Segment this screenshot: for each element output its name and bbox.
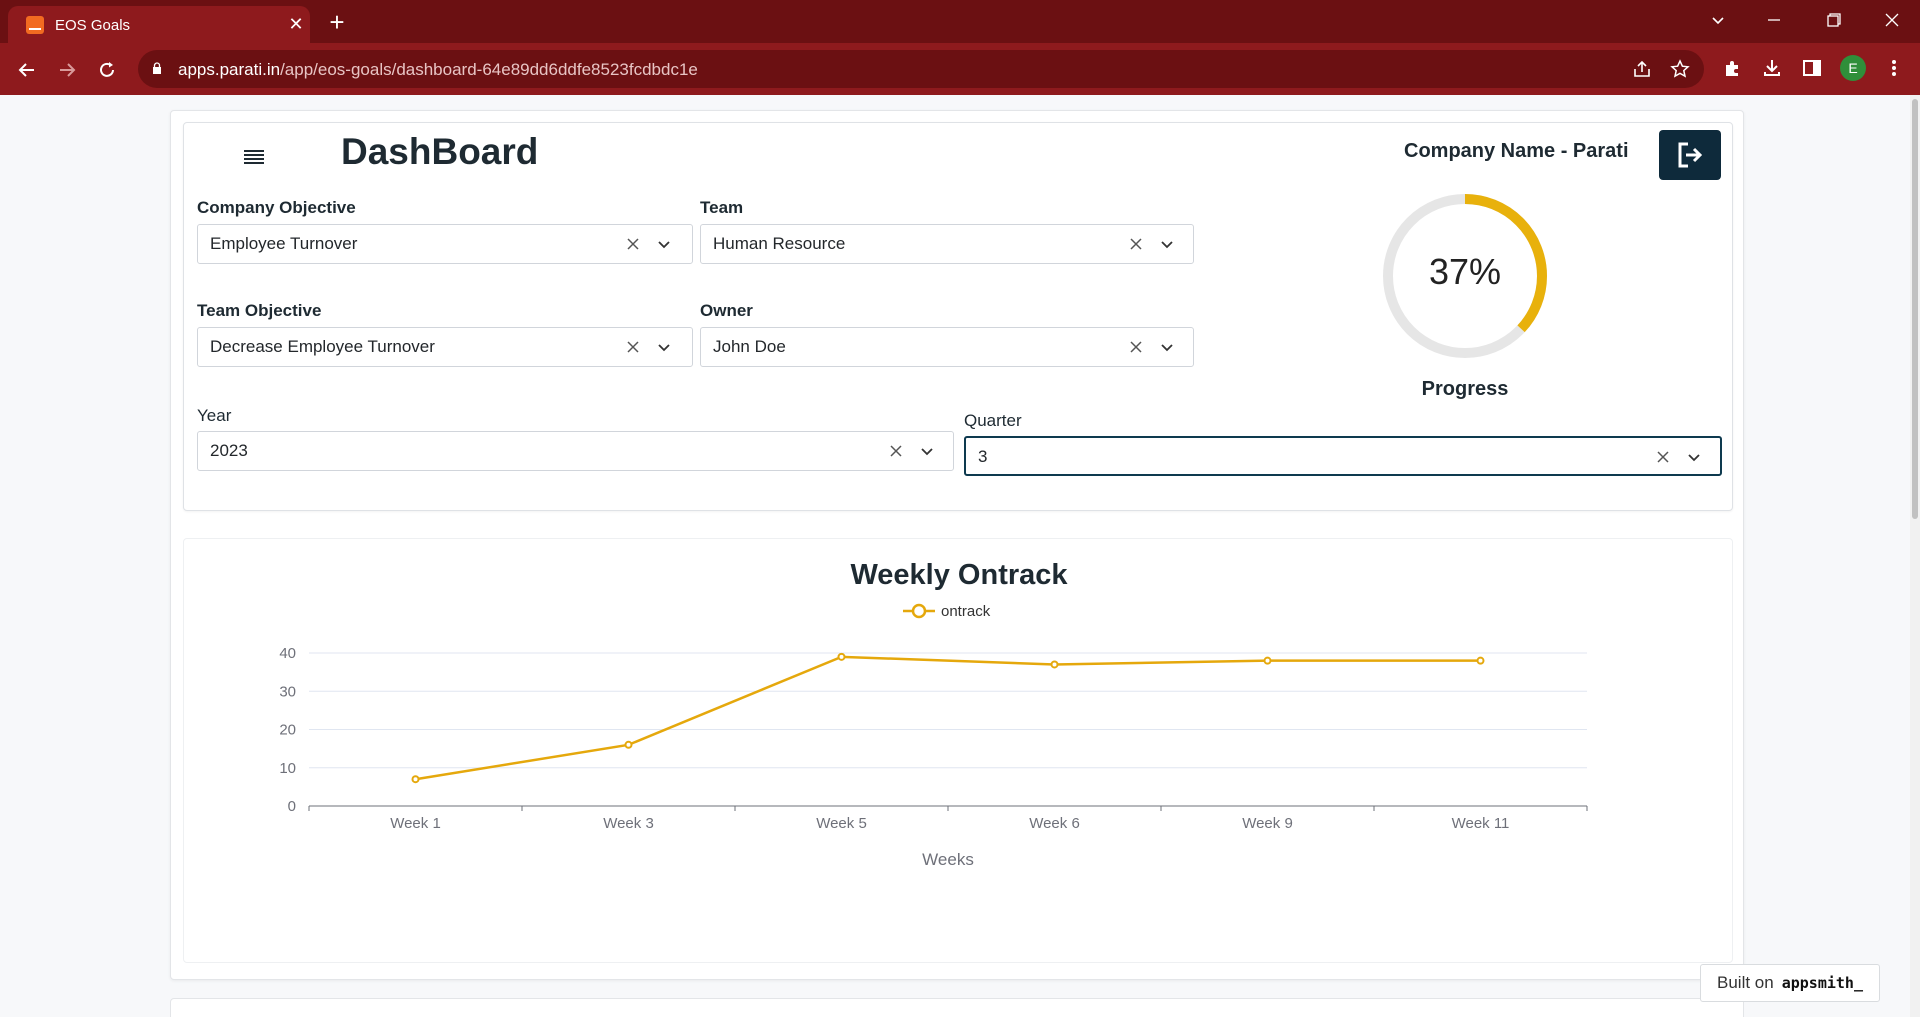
y-tick-label: 40 bbox=[279, 645, 296, 662]
data-point bbox=[837, 652, 846, 661]
appsmith-favicon-icon bbox=[26, 16, 44, 34]
weekly-ontrack-chart: 0 10 20 30 40 Week 1 Week 3 Week 5 Week 6 Week 9 W… bbox=[279, 603, 1588, 869]
share-icon[interactable] bbox=[1630, 57, 1654, 81]
clear-icon[interactable] bbox=[1128, 236, 1144, 252]
team-select[interactable]: Human Resource bbox=[700, 224, 1194, 264]
x-tick-label: Week 5 bbox=[816, 815, 867, 832]
data-point bbox=[1263, 656, 1272, 665]
owner-select[interactable]: John Doe bbox=[700, 327, 1194, 367]
scrollbar-thumb[interactable] bbox=[1912, 99, 1918, 519]
owner-value: John Doe bbox=[713, 337, 786, 356]
side-panel-icon[interactable] bbox=[1798, 54, 1826, 82]
year-select[interactable]: 2023 bbox=[197, 431, 954, 471]
appsmith-logo: appsmith_ bbox=[1781, 974, 1863, 992]
back-icon[interactable] bbox=[12, 55, 42, 85]
close-window-icon[interactable] bbox=[1864, 0, 1920, 40]
progress-percent: 37% bbox=[1428, 251, 1502, 292]
page-title: DashBoard bbox=[341, 131, 539, 172]
filters-card: DashBoard Company Name - Parati Company … bbox=[183, 122, 1733, 511]
progress-label: Progress bbox=[1421, 378, 1509, 400]
team-objective-label: Team Objective bbox=[197, 301, 322, 320]
address-bar[interactable]: apps.parati.in/app/eos-goals/dashboard-6… bbox=[138, 50, 1704, 88]
company-objective-label: Company Objective bbox=[197, 198, 356, 217]
chevron-down-icon[interactable] bbox=[918, 443, 936, 461]
team-label: Team bbox=[700, 198, 744, 217]
team-objective-value: Decrease Employee Turnover bbox=[210, 337, 435, 356]
weekly-ontrack-card: Weekly Ontrack 0 10 20 30 40 Week 1 Week 3 Week… bbox=[183, 538, 1733, 963]
browser-tab[interactable]: EOS Goals ✕ bbox=[8, 6, 310, 43]
forward-icon[interactable] bbox=[52, 55, 82, 85]
year-label: Year bbox=[197, 406, 232, 425]
tab-title: EOS Goals bbox=[55, 17, 131, 34]
browser-tabstrip: EOS Goals ✕ + bbox=[0, 0, 1920, 43]
x-tick-label: Week 1 bbox=[390, 815, 441, 832]
minimize-icon[interactable] bbox=[1746, 0, 1802, 40]
company-name: Company Name - Parati bbox=[1404, 140, 1629, 162]
lock-icon bbox=[153, 62, 161, 74]
tab-search-icon[interactable] bbox=[1690, 0, 1746, 40]
reload-icon[interactable] bbox=[92, 55, 122, 85]
quarter-value: 3 bbox=[978, 447, 988, 466]
clear-icon[interactable] bbox=[888, 443, 904, 459]
y-tick-label: 30 bbox=[279, 683, 296, 700]
more-menu-icon[interactable] bbox=[1880, 54, 1908, 82]
y-tick-label: 10 bbox=[279, 760, 296, 777]
bookmark-star-icon[interactable] bbox=[1668, 57, 1692, 81]
owner-label: Owner bbox=[700, 301, 753, 320]
data-point bbox=[1050, 660, 1059, 669]
chevron-down-icon[interactable] bbox=[1158, 339, 1176, 357]
team-value: Human Resource bbox=[713, 234, 846, 253]
legend-marker bbox=[911, 603, 927, 619]
x-tick-label: Week 11 bbox=[1452, 815, 1510, 832]
built-on-badge[interactable]: Built on appsmith_ bbox=[1700, 964, 1880, 1002]
clear-icon[interactable] bbox=[1128, 339, 1144, 355]
url-text: apps.parati.in/app/eos-goals/dashboard-6… bbox=[178, 60, 698, 79]
y-tick-label: 20 bbox=[279, 722, 296, 739]
extensions-icon[interactable] bbox=[1718, 54, 1746, 82]
company-objective-select[interactable]: Employee Turnover bbox=[197, 224, 693, 264]
team-objective-select[interactable]: Decrease Employee Turnover bbox=[197, 327, 693, 367]
legend-label: ontrack bbox=[941, 603, 991, 620]
data-point bbox=[1476, 656, 1485, 665]
chevron-down-icon[interactable] bbox=[1158, 236, 1176, 254]
clear-icon[interactable] bbox=[625, 236, 641, 252]
chevron-down-icon[interactable] bbox=[655, 339, 673, 357]
clear-icon[interactable] bbox=[1655, 449, 1671, 465]
app-page: DashBoard Company Name - Parati Company … bbox=[0, 95, 1920, 1017]
x-axis-label: Weeks bbox=[922, 850, 974, 869]
restore-icon[interactable] bbox=[1806, 0, 1862, 40]
data-point bbox=[624, 740, 633, 749]
logout-icon bbox=[1678, 142, 1703, 168]
x-tick-label: Week 3 bbox=[603, 815, 654, 832]
new-tab-icon[interactable]: + bbox=[322, 8, 352, 36]
built-on-text: Built on bbox=[1717, 973, 1774, 992]
series-line-ontrack bbox=[415, 655, 1481, 781]
download-icon[interactable] bbox=[1758, 54, 1786, 82]
x-tick-label: Week 6 bbox=[1029, 815, 1080, 832]
company-objective-value: Employee Turnover bbox=[210, 234, 358, 253]
x-tick-label: Week 9 bbox=[1242, 815, 1293, 832]
year-value: 2023 bbox=[210, 441, 248, 460]
close-tab-icon[interactable]: ✕ bbox=[284, 12, 308, 36]
page-scrollbar[interactable] bbox=[1910, 95, 1920, 1017]
logout-button[interactable] bbox=[1659, 130, 1721, 180]
browser-toolbar: apps.parati.in/app/eos-goals/dashboard-6… bbox=[0, 43, 1920, 95]
chevron-down-icon[interactable] bbox=[655, 236, 673, 254]
chevron-down-icon[interactable] bbox=[1685, 449, 1703, 467]
profile-avatar[interactable]: E bbox=[1840, 55, 1866, 81]
y-tick-label: 0 bbox=[288, 798, 296, 815]
clear-icon[interactable] bbox=[625, 339, 641, 355]
menu-icon[interactable] bbox=[242, 145, 266, 169]
quarter-label: Quarter bbox=[964, 411, 1022, 430]
next-section-card bbox=[170, 998, 1744, 1017]
data-point bbox=[411, 775, 420, 784]
quarter-select[interactable]: 3 bbox=[964, 436, 1722, 476]
